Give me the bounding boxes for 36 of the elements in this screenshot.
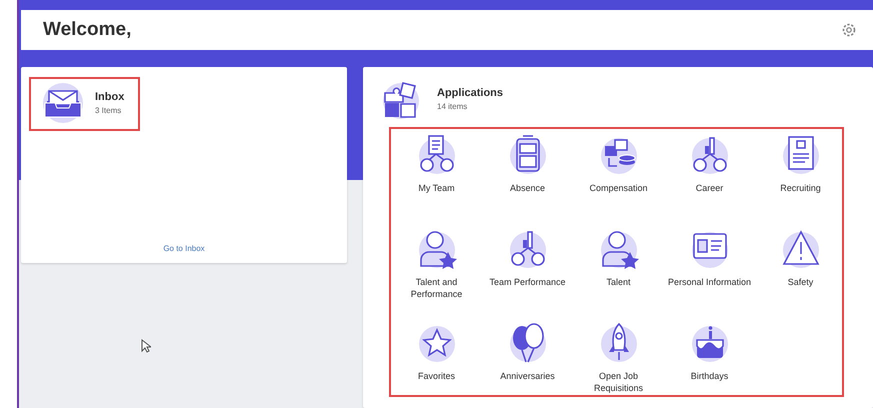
- go-to-inbox-link[interactable]: Go to Inbox: [153, 238, 215, 263]
- app-label[interactable]: Absence: [510, 182, 546, 194]
- app-tile[interactable]: Birthdays: [664, 320, 755, 395]
- app-label[interactable]: Favorites: [418, 370, 455, 382]
- app-tile[interactable]: Talent: [573, 226, 664, 320]
- app-tile[interactable]: Personal Information: [664, 226, 755, 320]
- app-label[interactable]: Open Job Requisitions: [576, 370, 662, 394]
- settings-icon[interactable]: [841, 22, 857, 38]
- mouse-pointer-icon: [141, 339, 151, 353]
- app-label[interactable]: Talent and Performance: [394, 276, 480, 300]
- app-tile[interactable]: Safety: [755, 226, 842, 320]
- app-tile[interactable]: Recruiting: [755, 132, 842, 226]
- app-label[interactable]: Anniversaries: [500, 370, 555, 382]
- app-tile[interactable]: Compensation: [573, 132, 664, 226]
- item-count: 3 Items: [95, 106, 122, 115]
- app-tile[interactable]: Open Job Requisitions: [573, 320, 664, 395]
- app-label[interactable]: My Team: [418, 182, 455, 194]
- app-tile[interactable]: Career: [664, 132, 755, 226]
- applications-title: Applications: [437, 87, 504, 99]
- app-tile[interactable]: Absence: [482, 132, 573, 226]
- app-label[interactable]: Safety: [788, 276, 814, 288]
- app-tile[interactable]: Anniversaries: [482, 320, 573, 395]
- app-tile[interactable]: Favorites: [391, 320, 482, 395]
- app-label[interactable]: Recruiting: [780, 182, 821, 194]
- app-tile[interactable]: Team Performance: [482, 226, 573, 320]
- app-label[interactable]: Career: [696, 182, 724, 194]
- app-label[interactable]: Team Performance: [489, 276, 566, 288]
- app-tile[interactable]: My Team: [391, 132, 482, 226]
- app-label[interactable]: Personal Information: [668, 276, 752, 288]
- app-label[interactable]: Birthdays: [690, 370, 728, 382]
- page-title: Welcome,: [43, 19, 132, 41]
- inbox-title: Inbox: [95, 91, 124, 103]
- item-count: 14 items: [437, 102, 468, 111]
- app-tile[interactable]: Talent and Performance: [391, 226, 482, 320]
- app-label[interactable]: Talent: [606, 276, 631, 288]
- app-label[interactable]: Compensation: [589, 182, 648, 194]
